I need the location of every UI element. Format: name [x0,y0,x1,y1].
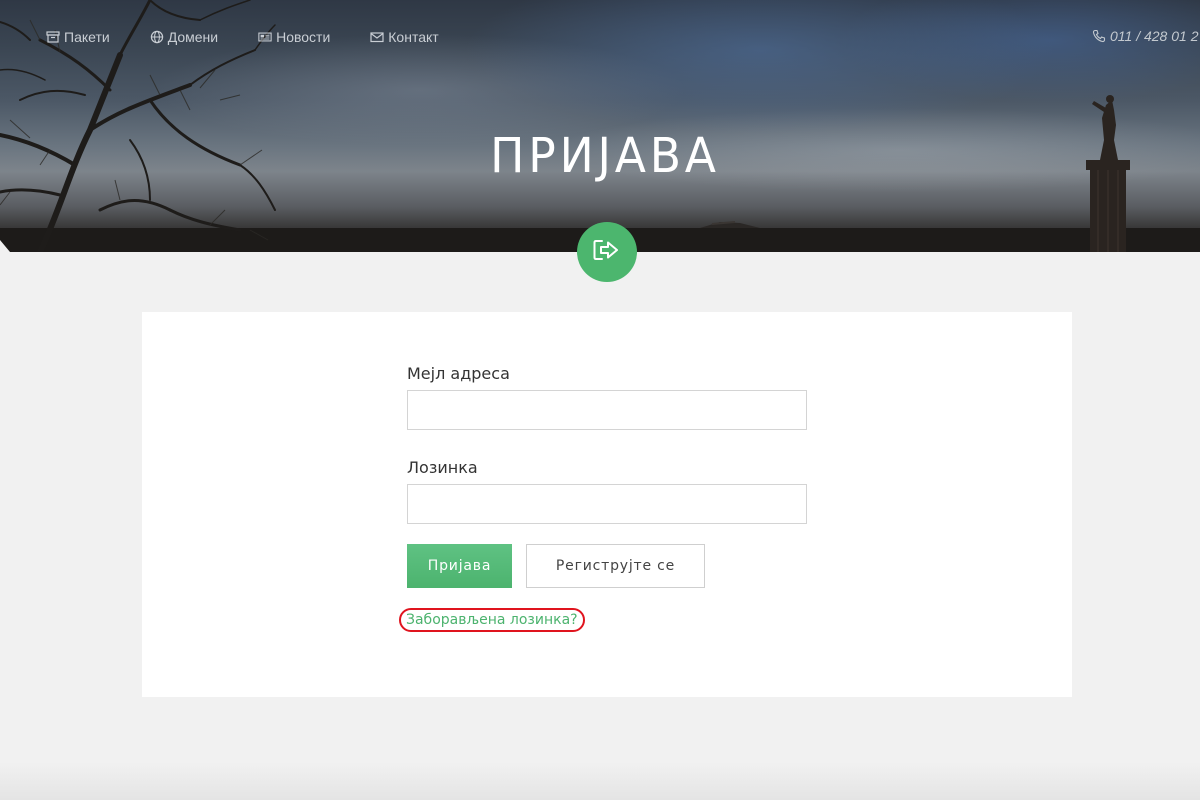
sign-in-arrow-icon [593,238,621,267]
envelope-icon [370,30,384,44]
corner-decoration [0,240,10,252]
form-actions: Пријава Региструјте се [407,544,807,588]
page-title: ПРИЈАВА [490,128,720,184]
phone-icon [1092,29,1106,43]
hero-banner: Пакети Домени Новости Контакт 011 / 428 … [0,0,1200,252]
footer-shade [0,762,1200,800]
phone-number[interactable]: 011 / 428 01 2 [1092,28,1198,44]
globe-icon [150,30,164,44]
nav-item-label: Контакт [388,29,439,45]
forgot-password-highlight: Заборављена лозинка? [399,608,585,632]
login-form: Мејл адреса Лозинка Пријава Региструјте … [399,364,807,632]
email-field[interactable] [407,390,807,430]
sign-in-badge [577,222,637,282]
login-button[interactable]: Пријава [407,544,512,588]
nav-item-label: Новости [276,29,331,45]
main-nav: Пакети Домени Новости Контакт [46,28,479,46]
newspaper-icon [258,30,272,44]
register-button[interactable]: Региструјте се [526,544,705,588]
nav-item-contact[interactable]: Контакт [370,28,439,46]
login-card: Мејл адреса Лозинка Пријава Региструјте … [142,312,1072,697]
phone-text: 011 / 428 01 2 [1110,28,1199,44]
email-label: Мејл адреса [407,364,510,383]
password-field[interactable] [407,484,807,524]
nav-item-label: Домени [167,29,219,45]
password-label: Лозинка [407,458,478,477]
archive-box-icon [46,30,60,44]
nav-item-packages[interactable]: Пакети [46,28,110,46]
forgot-password-link[interactable]: Заборављена лозинка? [406,612,578,628]
nav-item-news[interactable]: Новости [258,28,330,46]
nav-item-label: Пакети [64,29,110,45]
nav-item-domains[interactable]: Домени [150,28,218,46]
